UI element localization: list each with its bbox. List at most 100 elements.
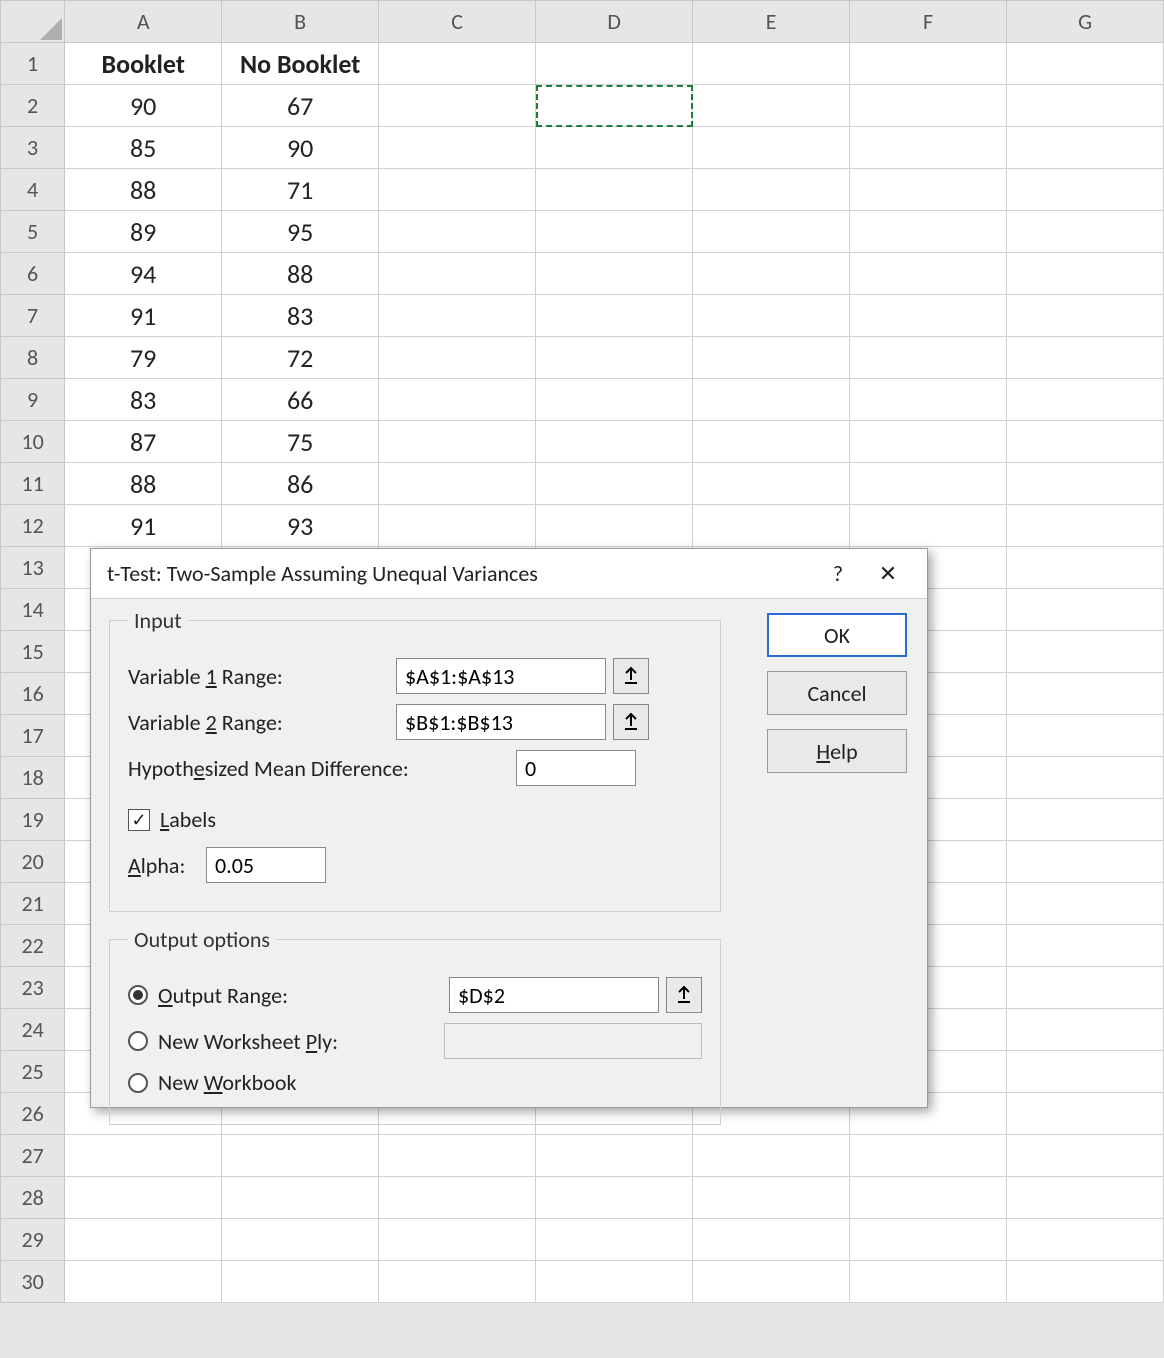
cell[interactable]: Booklet [65, 43, 222, 85]
cell[interactable] [693, 295, 850, 337]
cell[interactable] [850, 421, 1007, 463]
cell[interactable] [850, 379, 1007, 421]
dialog-close-icon[interactable]: ✕ [865, 551, 911, 597]
cell[interactable] [222, 1219, 379, 1261]
cell[interactable]: 94 [65, 253, 222, 295]
cell[interactable] [850, 127, 1007, 169]
new-workbook-radio[interactable]: New Workbook [128, 1069, 296, 1096]
row-header[interactable]: 19 [1, 799, 65, 841]
cell[interactable] [693, 505, 850, 547]
cell[interactable] [536, 505, 693, 547]
help-button[interactable]: Help [767, 729, 907, 773]
row-header[interactable]: 3 [1, 127, 65, 169]
cell[interactable]: 95 [222, 211, 379, 253]
cell[interactable] [693, 1177, 850, 1219]
cell[interactable] [379, 169, 536, 211]
col-header[interactable]: G [1007, 1, 1164, 43]
cell[interactable] [536, 1219, 693, 1261]
cell[interactable] [693, 337, 850, 379]
cell[interactable] [1007, 1135, 1164, 1177]
row-header[interactable]: 2 [1, 85, 65, 127]
cell[interactable] [693, 43, 850, 85]
cell[interactable] [693, 211, 850, 253]
cell[interactable] [379, 1177, 536, 1219]
cell[interactable] [1007, 505, 1164, 547]
cell[interactable] [1007, 631, 1164, 673]
output-range-input[interactable] [449, 977, 659, 1013]
cell[interactable] [693, 127, 850, 169]
row-header[interactable]: 23 [1, 967, 65, 1009]
cell[interactable]: 90 [222, 127, 379, 169]
var2-range-input[interactable] [396, 704, 606, 740]
cell[interactable] [536, 379, 693, 421]
row-header[interactable]: 28 [1, 1177, 65, 1219]
cell[interactable] [1007, 127, 1164, 169]
cell[interactable]: 88 [222, 253, 379, 295]
cell[interactable]: 87 [65, 421, 222, 463]
cell[interactable]: 91 [65, 295, 222, 337]
cell[interactable] [379, 337, 536, 379]
cell[interactable] [536, 1177, 693, 1219]
row-header[interactable]: 10 [1, 421, 65, 463]
cell[interactable] [1007, 589, 1164, 631]
labels-checkbox[interactable]: ✓ Labels [128, 806, 216, 833]
cell[interactable]: 91 [65, 505, 222, 547]
cell[interactable] [536, 1261, 693, 1303]
col-header[interactable]: D [536, 1, 693, 43]
row-header[interactable]: 8 [1, 337, 65, 379]
row-header[interactable]: 21 [1, 883, 65, 925]
cell[interactable] [536, 169, 693, 211]
cell[interactable] [65, 1261, 222, 1303]
cell[interactable] [850, 1261, 1007, 1303]
cell[interactable]: 86 [222, 463, 379, 505]
cell[interactable] [1007, 799, 1164, 841]
alpha-input[interactable] [206, 847, 326, 883]
collapse-dialog-icon[interactable] [613, 658, 649, 694]
cell[interactable]: 67 [222, 85, 379, 127]
cell[interactable]: 79 [65, 337, 222, 379]
cell[interactable] [379, 295, 536, 337]
cell[interactable] [1007, 1051, 1164, 1093]
cell[interactable] [1007, 43, 1164, 85]
row-header[interactable]: 1 [1, 43, 65, 85]
cell[interactable] [1007, 463, 1164, 505]
cell[interactable]: 83 [65, 379, 222, 421]
cell[interactable] [1007, 421, 1164, 463]
row-header[interactable]: 5 [1, 211, 65, 253]
cell[interactable] [536, 253, 693, 295]
cell[interactable] [850, 169, 1007, 211]
cell[interactable] [693, 421, 850, 463]
collapse-dialog-icon[interactable] [666, 977, 702, 1013]
cell[interactable] [379, 211, 536, 253]
ok-button[interactable]: OK [767, 613, 907, 657]
cell[interactable] [536, 1135, 693, 1177]
cell[interactable] [379, 253, 536, 295]
worksheet-ply-input[interactable] [444, 1023, 702, 1059]
cell[interactable] [1007, 1261, 1164, 1303]
cell[interactable] [850, 463, 1007, 505]
col-header[interactable]: B [222, 1, 379, 43]
cell[interactable] [1007, 841, 1164, 883]
cell[interactable]: 90 [65, 85, 222, 127]
cell[interactable] [693, 379, 850, 421]
row-header[interactable]: 30 [1, 1261, 65, 1303]
cell[interactable] [693, 85, 850, 127]
row-header[interactable]: 17 [1, 715, 65, 757]
col-header[interactable]: C [379, 1, 536, 43]
cell[interactable] [850, 1219, 1007, 1261]
cell[interactable] [850, 43, 1007, 85]
cell[interactable]: 89 [65, 211, 222, 253]
cell[interactable] [693, 463, 850, 505]
row-header[interactable]: 27 [1, 1135, 65, 1177]
cell[interactable] [65, 1219, 222, 1261]
row-header[interactable]: 4 [1, 169, 65, 211]
dialog-titlebar[interactable]: t-Test: Two-Sample Assuming Unequal Vari… [91, 549, 927, 599]
cell[interactable] [850, 1177, 1007, 1219]
cell[interactable] [1007, 379, 1164, 421]
cell[interactable] [536, 421, 693, 463]
col-header[interactable]: A [65, 1, 222, 43]
row-header[interactable]: 11 [1, 463, 65, 505]
dialog-help-icon[interactable]: ? [815, 551, 861, 597]
row-header[interactable]: 12 [1, 505, 65, 547]
cell[interactable] [536, 295, 693, 337]
